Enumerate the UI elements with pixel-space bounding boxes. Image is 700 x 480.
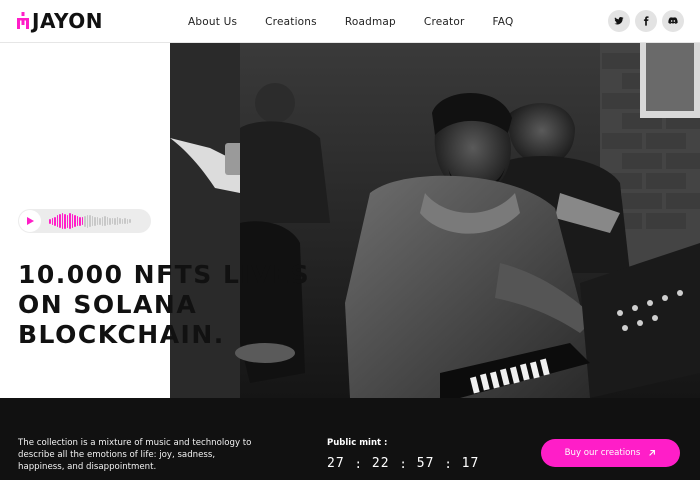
waveform-bar — [114, 217, 116, 225]
mint-countdown: 27 : 22 : 57 : 17 — [327, 456, 479, 471]
countdown-hours: 22 — [371, 456, 390, 471]
main-nav: About Us Creations Roadmap Creator FAQ — [188, 0, 541, 43]
nav-link-roadmap[interactable]: Roadmap — [345, 16, 396, 28]
waveform-bar — [79, 216, 81, 226]
waveform-bar — [91, 216, 93, 226]
waveform-bar — [94, 216, 96, 226]
waveform-bar — [116, 217, 118, 225]
waveform-bar — [89, 215, 91, 227]
nav-link-creations[interactable]: Creations — [265, 16, 317, 28]
waveform-bar — [59, 214, 61, 228]
play-button[interactable] — [19, 210, 41, 232]
mint-info-bar: The collection is a mixture of music and… — [0, 398, 700, 480]
discord-button[interactable] — [662, 10, 684, 32]
waveform-bar — [124, 218, 126, 224]
nav-link-about-us[interactable]: About Us — [188, 16, 237, 28]
waveform-bar — [76, 216, 78, 226]
audio-player — [18, 209, 151, 233]
hero-headline: 10.000 NFTS LIVES ON SOLANA BLOCKCHAIN. — [18, 260, 310, 350]
waveform-bar — [121, 218, 123, 224]
countdown-separator: : — [354, 456, 362, 471]
waveform-bar — [96, 217, 98, 225]
nav-link-faq[interactable]: FAQ — [493, 16, 514, 28]
public-mint-label: Public mint : — [327, 438, 388, 448]
waveform-bar — [119, 218, 121, 224]
facebook-button[interactable] — [635, 10, 657, 32]
countdown-separator: : — [444, 456, 452, 471]
waveform-bar — [104, 216, 106, 226]
waveform-bar — [111, 218, 113, 224]
facebook-icon — [643, 16, 649, 26]
buy-creations-button[interactable]: Buy our creations — [541, 439, 680, 467]
countdown-separator: : — [399, 456, 407, 471]
waveform-icon[interactable] — [49, 211, 131, 231]
countdown-days: 27 — [327, 456, 345, 471]
discord-icon — [668, 17, 678, 24]
buy-button-label: Buy our creations — [564, 448, 641, 458]
headline-line-3: BLOCKCHAIN. — [18, 320, 225, 349]
arrow-up-right-icon — [649, 450, 656, 456]
countdown-minutes: 57 — [416, 456, 435, 471]
waveform-bar — [109, 217, 111, 225]
twitter-button[interactable] — [608, 10, 630, 32]
waveform-bar — [69, 213, 71, 229]
waveform-bar — [74, 215, 76, 227]
waveform-bar — [71, 214, 73, 228]
collection-description: The collection is a mixture of music and… — [18, 438, 252, 473]
waveform-bar — [64, 213, 66, 229]
hero-section: 10.000 NFTS LIVES ON SOLANA BLOCKCHAIN. — [0, 43, 700, 398]
waveform-bar — [81, 217, 83, 225]
nav-link-creator[interactable]: Creator — [424, 16, 465, 28]
waveform-bar — [126, 218, 128, 224]
headline-line-2: ON SOLANA — [18, 290, 198, 319]
waveform-bar — [51, 217, 53, 225]
waveform-bar — [101, 216, 103, 226]
waveform-bar — [61, 213, 63, 229]
logo-text: JAYON — [32, 9, 104, 33]
waveform-bar — [56, 215, 58, 227]
waveform-bar — [66, 214, 68, 228]
waveform-bar — [54, 216, 56, 226]
headline-line-1: 10.000 NFTS LIVES — [18, 260, 311, 289]
waveform-bar — [86, 214, 88, 228]
waveform-bar — [129, 219, 131, 223]
waveform-bar — [106, 217, 108, 225]
countdown-seconds: 17 — [461, 456, 480, 471]
logo-mark-icon — [17, 12, 29, 29]
play-icon — [27, 217, 34, 225]
waveform-bar — [84, 215, 86, 227]
twitter-icon — [614, 17, 624, 25]
navbar: JAYON About Us Creations Roadmap Creator… — [0, 0, 700, 43]
waveform-bar — [99, 217, 101, 225]
waveform-bar — [49, 218, 51, 224]
social-links — [608, 10, 684, 32]
brand-logo[interactable]: JAYON — [16, 9, 104, 33]
